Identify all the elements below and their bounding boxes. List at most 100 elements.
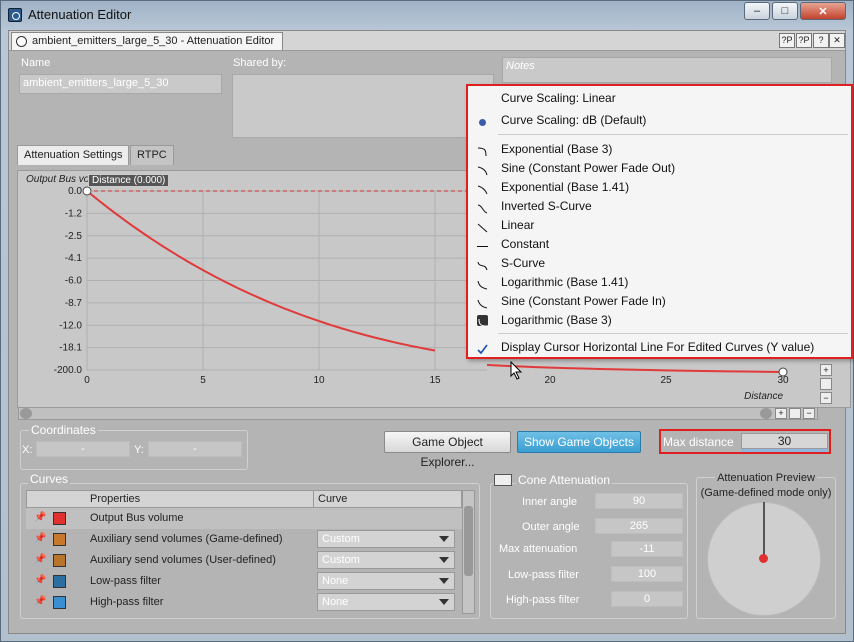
x-tick: 30: [777, 375, 789, 386]
max-distance-slider[interactable]: [741, 449, 828, 452]
maximize-button[interactable]: □: [772, 2, 798, 20]
scroll-left-icon[interactable]: [20, 408, 32, 419]
zoom-in-x-button[interactable]: +: [775, 408, 787, 419]
color-swatch[interactable]: [53, 533, 66, 546]
menu-item-label: Exponential (Base 1.41): [501, 180, 630, 194]
zoom-out-y-button[interactable]: −: [820, 392, 832, 404]
attenuation-curve[interactable]: [86, 190, 436, 352]
low-pass-label: Low-pass filter: [508, 569, 579, 581]
curve-select[interactable]: Custom: [317, 530, 455, 548]
distance-tooltip: Distance (0.000): [88, 174, 170, 187]
pin-icon[interactable]: 📌: [34, 512, 46, 524]
inner-angle-field[interactable]: 90: [595, 493, 683, 509]
menu-item-label: Curve Scaling: Linear: [501, 91, 616, 105]
table-row[interactable]: 📌 High-pass filter None: [26, 592, 466, 613]
name-field[interactable]: ambient_emitters_large_5_30: [19, 74, 222, 94]
curve-select[interactable]: None: [317, 572, 455, 590]
close-button[interactable]: ✕: [800, 2, 846, 20]
minimize-button[interactable]: –: [744, 2, 770, 20]
table-row[interactable]: 📌 Auxiliary send volumes (User-defined) …: [26, 550, 466, 571]
menu-item-s-curve[interactable]: S-Curve: [468, 254, 851, 273]
menu-item-curve-scaling-linear[interactable]: Curve Scaling: Linear: [468, 89, 851, 108]
pin-icon[interactable]: 📌: [34, 575, 46, 587]
menu-item-display-cursor-line[interactable]: Display Cursor Horizontal Line For Edite…: [468, 338, 851, 357]
pin-help-button[interactable]: ?P: [779, 33, 795, 48]
x-coordinate-field[interactable]: -: [36, 441, 130, 457]
cone-attenuation-label: Cone Attenuation: [516, 473, 613, 487]
outer-angle-field[interactable]: 265: [595, 518, 683, 534]
menu-item-label: Sine (Constant Power Fade Out): [501, 161, 676, 175]
mouse-cursor-icon: [510, 361, 523, 380]
curve-select[interactable]: None: [317, 593, 455, 611]
curve-select[interactable]: Custom: [317, 551, 455, 569]
table-row[interactable]: 📌 Output Bus volume: [26, 508, 466, 529]
high-pass-field[interactable]: 0: [611, 591, 683, 607]
cone-toggle-checkbox[interactable]: [494, 474, 512, 486]
graph-h-scrollbar[interactable]: [18, 407, 818, 420]
table-row[interactable]: 📌 Low-pass filter None: [26, 571, 466, 592]
document-tab[interactable]: ambient_emitters_large_5_30 - Attenuatio…: [11, 32, 284, 50]
menu-item-logarithmic-base-141[interactable]: Logarithmic (Base 1.41): [468, 273, 851, 292]
color-swatch[interactable]: [53, 575, 66, 588]
pin-icon[interactable]: 📌: [34, 533, 46, 545]
menu-item-sine-fade-out[interactable]: Sine (Constant Power Fade Out): [468, 159, 851, 178]
color-swatch[interactable]: [53, 512, 66, 525]
tab-rtpc[interactable]: RTPC: [130, 145, 174, 165]
menu-item-inverted-s-curve[interactable]: Inverted S-Curve: [468, 197, 851, 216]
menu-item-logarithmic-base-3[interactable]: Logarithmic (Base 3): [468, 311, 851, 330]
curve-point-start[interactable]: [82, 186, 92, 196]
menu-item-label: Logarithmic (Base 3): [501, 313, 612, 327]
y-tick: -12.0: [59, 320, 82, 331]
color-swatch[interactable]: [53, 596, 66, 609]
menu-item-linear[interactable]: Linear: [468, 216, 851, 235]
color-swatch[interactable]: [53, 554, 66, 567]
scrollbar-thumb[interactable]: [464, 506, 473, 576]
scroll-right-icon[interactable]: [760, 408, 772, 419]
menu-item-label: Curve Scaling: dB (Default): [501, 113, 647, 127]
curve-constant-icon: [477, 239, 488, 250]
curve-inv-s-icon: [477, 201, 488, 214]
y-coordinate-field[interactable]: -: [148, 441, 242, 457]
column-properties[interactable]: Properties: [90, 493, 140, 505]
tab-attenuation-settings[interactable]: Attenuation Settings: [17, 145, 130, 165]
max-attenuation-label: Max attenuation: [499, 543, 578, 555]
menu-item-curve-scaling-db[interactable]: Curve Scaling: dB (Default): [468, 111, 851, 130]
curve-exp141-icon: [477, 182, 488, 195]
column-curve[interactable]: Curve: [318, 493, 347, 505]
notes-field[interactable]: Notes: [502, 57, 832, 83]
help-button[interactable]: ?: [813, 33, 829, 48]
show-game-objects-button[interactable]: Show Game Objects: [517, 431, 641, 453]
fit-y-button[interactable]: [820, 378, 832, 390]
menu-item-sine-fade-in[interactable]: Sine (Constant Power Fade In): [468, 292, 851, 311]
max-attenuation-field[interactable]: -11: [611, 541, 683, 557]
unpin-help-button[interactable]: ?P: [796, 33, 812, 48]
row-name: Auxiliary send volumes (Game-defined): [90, 533, 283, 545]
x-tick: 10: [313, 375, 325, 386]
row-name: Auxiliary send volumes (User-defined): [90, 554, 276, 566]
menu-item-exponential-base-141[interactable]: Exponential (Base 1.41): [468, 178, 851, 197]
menu-item-constant[interactable]: Constant: [468, 235, 851, 254]
menu-item-exponential-base-3[interactable]: Exponential (Base 3): [468, 140, 851, 159]
game-object-explorer-button[interactable]: Game Object Explorer...: [384, 431, 511, 469]
checkmark-icon: [477, 342, 488, 355]
close-tab-button[interactable]: ✕: [829, 33, 845, 48]
curve-exp3-icon: [477, 144, 488, 157]
curve-s-icon: [477, 258, 488, 271]
max-distance-field[interactable]: 30: [741, 433, 828, 449]
shared-by-list[interactable]: [232, 74, 494, 138]
y-tick: -2.5: [65, 231, 83, 242]
menu-item-label: Exponential (Base 3): [501, 142, 613, 156]
low-pass-field[interactable]: 100: [611, 566, 683, 582]
y-tick: -1.2: [65, 208, 83, 219]
zoom-out-x-button[interactable]: −: [803, 408, 815, 419]
radio-dot-icon: [477, 115, 488, 126]
preview-subtitle: (Game-defined mode only): [700, 487, 832, 499]
fit-x-button[interactable]: [789, 408, 801, 419]
pin-icon[interactable]: 📌: [34, 554, 46, 566]
table-row[interactable]: 📌 Auxiliary send volumes (Game-defined) …: [26, 529, 466, 550]
coordinates-label: Coordinates: [29, 423, 98, 437]
pin-icon[interactable]: 📌: [34, 596, 46, 608]
zoom-in-y-button[interactable]: +: [820, 364, 832, 376]
y-tick: 0.0: [68, 186, 82, 197]
window-title: Attenuation Editor: [28, 7, 132, 22]
